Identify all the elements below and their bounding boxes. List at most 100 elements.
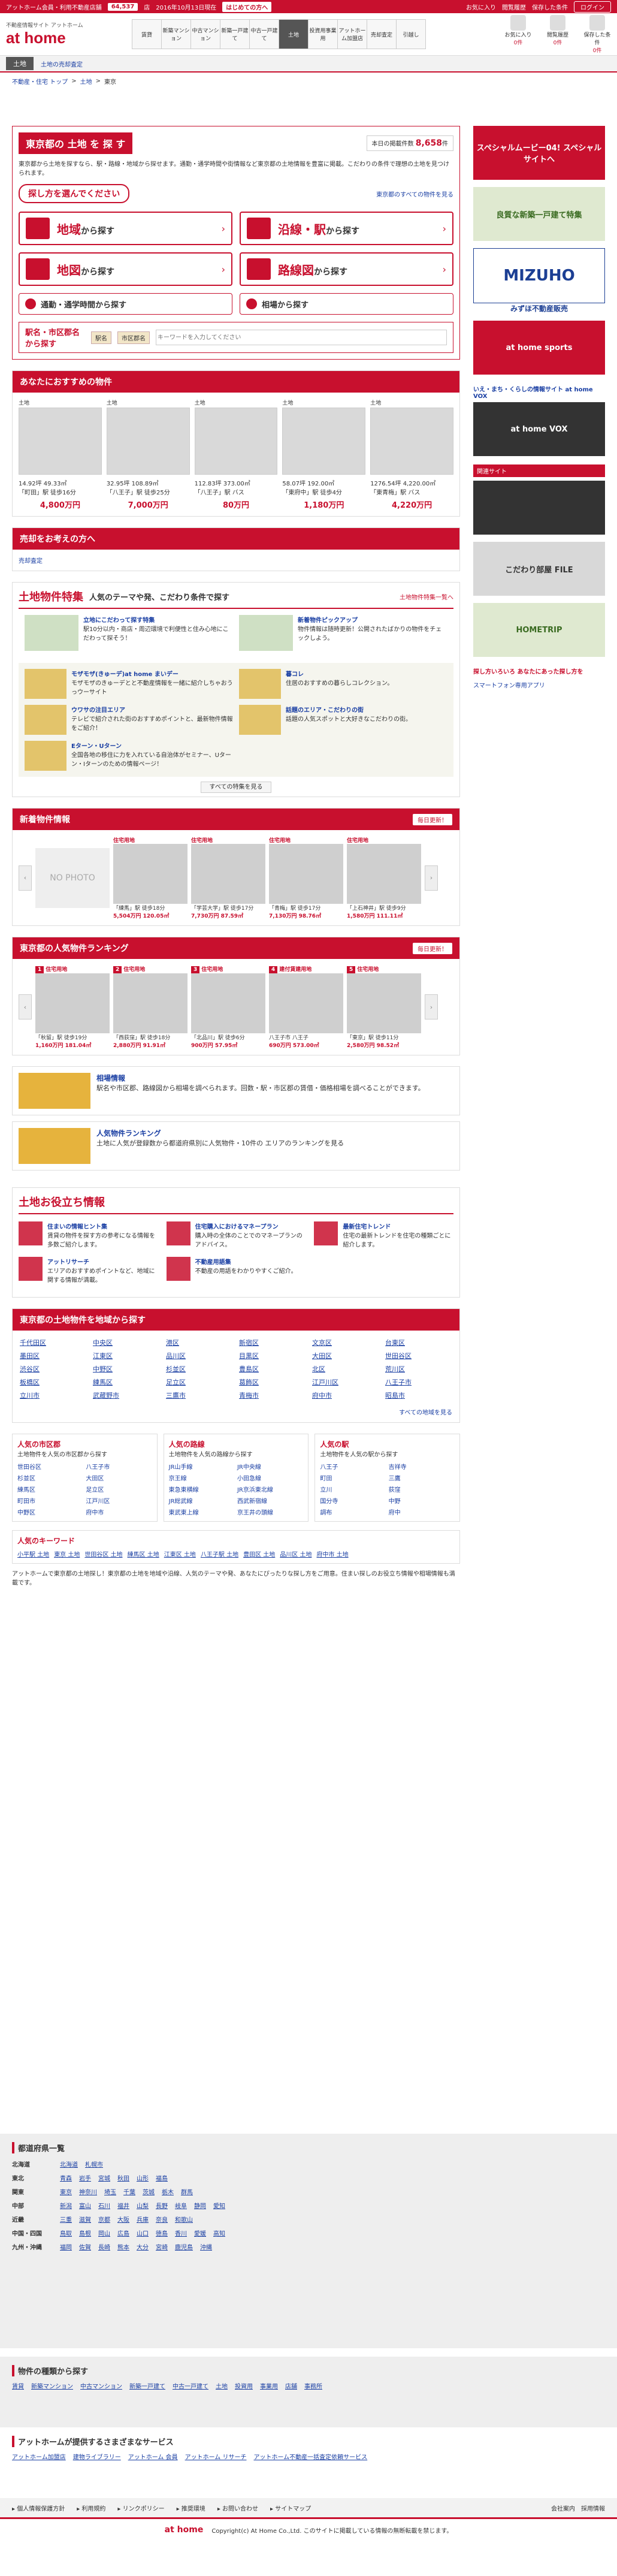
prefecture-link[interactable]: 札幌市 [85,2162,103,2168]
useful-item[interactable]: 不動産用語集 不動産の用語をわかりやすくご紹介。 [166,1257,306,1284]
popular-link[interactable]: 府中市 [86,1507,152,1516]
keyword-link[interactable]: 練馬区 土地 [128,1552,159,1558]
nav-rent[interactable]: 賃貸 [132,19,162,49]
popular-link[interactable]: 練馬区 [17,1485,83,1494]
recruit-link[interactable]: 採用情報 [581,2503,605,2512]
feature-tile[interactable]: 新着物件ピックアップ 物件情報は随時更新！公開されたばかりの物件をチェックしよう。 [239,615,447,651]
popular-link[interactable]: JR京浜東北線 [237,1485,303,1494]
keyword-link[interactable]: 品川区 土地 [280,1552,311,1558]
nav-new-house[interactable]: 新築一戸建て [220,19,250,49]
area-link[interactable]: 武蔵野市 [93,1390,160,1400]
prefecture-link[interactable]: 茨城 [143,2189,155,2196]
feature-item[interactable]: ウワサの注目エリア テレビで紹介された街のおすすめポイントと、最新物件情報をご紹介… [25,705,233,735]
search-by-line-button[interactable]: 沿線・駅から探す › [240,212,453,245]
area-link[interactable]: 足立区 [166,1377,233,1387]
service-link[interactable]: アットホーム リサーチ [185,2454,247,2461]
useful-item[interactable]: 住宅購入におけるマネープラン 購入時の全体のことでのマネープランのアドバイス。 [166,1221,306,1248]
footer-logo[interactable]: at home [165,2525,204,2535]
ranking-card[interactable]: 4 建付賃建用地 八王子市 八王子 690万円 573.00㎡ [269,965,343,1049]
prefecture-link[interactable]: 奈良 [156,2217,168,2224]
popular-link[interactable]: 世田谷区 [17,1462,83,1471]
favorites-link[interactable]: お気に入り [466,2,496,11]
breadcrumb-land[interactable]: 土地 [80,77,92,86]
property-type-link[interactable]: 新築マンション [31,2384,73,2390]
footer-nav-link[interactable]: ▸ お問い合わせ [217,2503,258,2512]
area-link[interactable]: 港区 [166,1338,233,1347]
area-link[interactable]: 大田区 [312,1351,379,1361]
service-link[interactable]: アットホーム加盟店 [12,2454,66,2461]
prefecture-link[interactable]: 滋賀 [79,2217,91,2224]
app-link[interactable]: スマートフォン専用アプリ [473,678,605,692]
property-type-link[interactable]: 中古マンション [80,2384,122,2390]
prefecture-link[interactable]: 佐賀 [79,2245,91,2251]
ranking-card[interactable]: 1 住宅用地 「秋留」駅 徒歩19分 1,160万円 181.04㎡ [35,965,110,1049]
prefecture-link[interactable]: 山梨 [137,2203,149,2210]
commute-search-button[interactable]: 通勤・通学時間から探す [19,293,232,315]
keyword-link[interactable]: 府中市 土地 [317,1552,349,1558]
feature-tile[interactable]: 立地にこだわって探す特集 駅10分以内・商店・周辺環境で利便性と住み心地にこだわっ… [25,615,233,651]
popular-link[interactable]: 大田区 [86,1473,152,1482]
search-by-area-button[interactable]: 地域から探す › [19,212,232,245]
popular-link[interactable]: 荻窪 [389,1485,455,1494]
nav-new-mansion[interactable]: 新築マンション [162,19,191,49]
nav-used-house[interactable]: 中古一戸建て [250,19,279,49]
category-tab[interactable]: 土地 [6,57,34,70]
all-areas-link[interactable]: すべての地域を見る [13,1407,459,1422]
popular-link[interactable]: 江戸川区 [86,1496,152,1505]
area-link[interactable]: 昭島市 [385,1390,452,1400]
area-link[interactable]: 八王子市 [385,1377,452,1387]
carousel-next-button[interactable]: › [425,994,438,1019]
popular-link[interactable]: 東武東上線 [169,1507,235,1516]
feature-list-link[interactable]: 土地物件特集一覧へ [400,592,453,601]
prefecture-link[interactable]: 大阪 [117,2217,129,2224]
carousel-prev-button[interactable]: ‹ [19,994,32,1019]
sports-banner[interactable]: at home sports [473,321,605,375]
keyword-link[interactable]: 江東区 土地 [164,1552,196,1558]
footer-nav-link[interactable]: ▸ 個人情報保護方針 [12,2503,65,2512]
recommend-card[interactable]: 土地 1276.54坪 4,220.00㎡ 「東青梅」駅 バス 4,220万円 [370,399,453,510]
nav-moving[interactable]: 引越し [397,19,426,49]
keyword-link[interactable]: 世田谷区 土地 [84,1552,122,1558]
carousel-next-button[interactable]: › [425,865,438,891]
keyword-link[interactable]: 八王子駅 土地 [201,1552,238,1558]
prefecture-link[interactable]: 秋田 [117,2176,129,2182]
popular-link[interactable]: 調布 [320,1507,386,1516]
recommend-card[interactable]: 土地 14.92坪 49.33㎡ 「町田」駅 徒歩16分 4,800万円 [19,399,102,510]
prefecture-link[interactable]: 岡山 [98,2231,110,2237]
footer-nav-link[interactable]: ▸ リンクポリシー [117,2503,164,2512]
prefecture-link[interactable]: 東京 [60,2189,72,2196]
property-type-link[interactable]: 投資用 [235,2384,253,2390]
popular-link[interactable]: JR山手線 [169,1462,235,1471]
area-link[interactable]: 江戸川区 [312,1377,379,1387]
popular-link[interactable]: 杉並区 [17,1473,83,1482]
prefecture-link[interactable]: 愛媛 [194,2231,206,2237]
prefecture-link[interactable]: 宮崎 [156,2245,168,2251]
ranking-card[interactable]: 2 住宅用地 「西荻窪」駅 徒歩18分 2,880万円 91.91㎡ [113,965,187,1049]
area-link[interactable]: 品川区 [166,1351,233,1361]
popular-link[interactable]: 立川 [320,1485,386,1494]
nav-investment[interactable]: 投資用事業用 [308,19,338,49]
all-properties-link[interactable]: 東京都のすべての物件を見る [376,189,453,198]
area-link[interactable]: 板橋区 [20,1377,87,1387]
ranking-card[interactable]: 3 住宅用地 「北品川」駅 徒歩6分 900万円 57.95㎡ [191,965,265,1049]
popular-link[interactable]: 中野区 [17,1507,83,1516]
popular-link[interactable]: 八王子 [320,1462,386,1471]
prefecture-link[interactable]: 和歌山 [175,2217,193,2224]
recommend-card[interactable]: 土地 32.95坪 108.89㎡ 「八王子」駅 徒歩25分 7,000万円 [106,399,190,510]
kodawari-file-banner[interactable]: こだわり部屋 FILE [473,542,605,596]
prefecture-link[interactable]: 青森 [60,2176,72,2182]
service-link[interactable]: アットホーム 会員 [128,2454,178,2461]
station-search-input[interactable] [156,330,447,345]
popular-link[interactable]: 京王線 [169,1473,235,1482]
saved-link[interactable]: 保存した条件 [532,2,568,11]
keyword-link[interactable]: 東京 土地 [54,1552,80,1558]
prefecture-link[interactable]: 兵庫 [137,2217,149,2224]
search-by-map-button[interactable]: 地図から探す › [19,252,232,286]
area-link[interactable]: 世田谷区 [385,1351,452,1361]
prefecture-link[interactable]: 愛知 [213,2203,225,2210]
area-link[interactable]: 荒川区 [385,1364,452,1374]
prefecture-link[interactable]: 群馬 [181,2189,193,2196]
login-button[interactable]: ログイン [574,1,611,13]
logo[interactable]: 不動産情報サイト アットホーム at home [6,21,84,47]
prefecture-link[interactable]: 徳島 [156,2231,168,2237]
